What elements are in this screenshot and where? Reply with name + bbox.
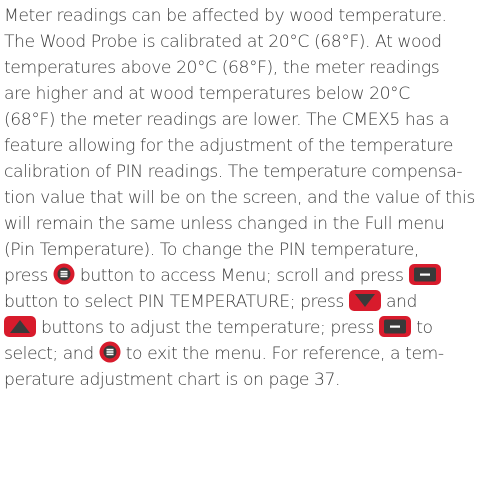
text-and: and (385, 292, 417, 312)
text-line-13: buttons to adjust the temperature; press… (4, 315, 504, 341)
text-line-1: Meter readings can be affected by wood t… (4, 6, 447, 26)
text-line-4: are higher and at wood temperatures belo… (4, 84, 410, 104)
text-access-menu: button to access Menu; scroll and press (79, 266, 409, 286)
text-to: to (416, 318, 433, 338)
text-select-and: select; and (4, 344, 99, 364)
text-line-14: select; and to exit the menu. For refere… (4, 341, 504, 367)
text-line-10: (Pin Temperature). To change the PIN tem… (4, 240, 419, 260)
text-line-12: button to select PIN TEMPERATURE; press … (4, 289, 504, 315)
text-exit-menu: to exit the menu. For reference, a tem- (125, 344, 444, 364)
text-select-pin-temperature: button to select PIN TEMPERATURE; press (4, 292, 349, 312)
down-arrow-button-icon (348, 289, 381, 311)
text-line-11: press button to access Menu; scroll and … (4, 263, 504, 289)
text-line-15: perature adjustment chart is on page 37. (4, 370, 340, 390)
text-line-9: will remain the same unless changed in t… (4, 214, 445, 234)
text-press: press (4, 266, 53, 286)
text-line-5: (68°F) the meter readings are lower. The… (4, 110, 450, 130)
text-line-8: tion value that will be on the screen, a… (4, 188, 475, 208)
menu-button-icon (53, 263, 75, 285)
menu-button-icon (99, 341, 121, 363)
text-line-6: feature allowing for the adjustment of t… (4, 136, 454, 156)
select-button-icon (408, 263, 441, 285)
instruction-paragraph: Meter readings can be affected by wood t… (4, 3, 504, 393)
text-line-3: temperatures above 20°C (68°F), the mete… (4, 58, 440, 78)
text-line-7: calibration of PIN readings. The tempera… (4, 162, 463, 182)
up-arrow-button-icon (4, 315, 36, 337)
text-adjust-temperature: buttons to adjust the temperature; press (41, 318, 375, 338)
text-line-2: The Wood Probe is calibrated at 20°C (68… (4, 32, 442, 52)
select-button-icon (379, 315, 412, 337)
